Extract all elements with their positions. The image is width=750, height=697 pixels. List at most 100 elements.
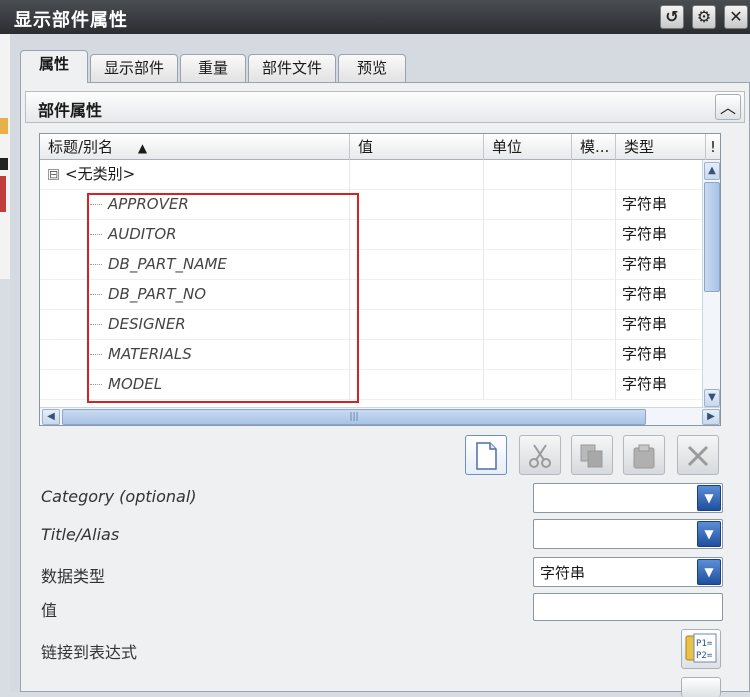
data-type-label: 数据类型	[41, 567, 106, 586]
background-marker	[0, 176, 6, 212]
attribute-unit	[484, 220, 572, 250]
attribute-unit	[484, 340, 572, 370]
column-title-label: 标题/别名	[48, 138, 114, 156]
horizontal-scroll-thumb[interactable]: |||	[62, 409, 646, 425]
column-header-type[interactable]: 类型	[616, 134, 706, 160]
table-row[interactable]: MATERIALS 字符串	[40, 340, 704, 370]
attribute-value	[350, 370, 484, 400]
copy-icon[interactable]	[571, 435, 613, 475]
chevron-down-icon[interactable]: ▼	[697, 485, 721, 511]
category-dropdown[interactable]: ▼	[533, 483, 723, 513]
expression-icon[interactable]: P1= P2=	[681, 629, 721, 669]
attribute-mode	[572, 250, 616, 280]
attribute-type: 字符串	[622, 315, 668, 333]
table-row[interactable]: MODEL 字符串	[40, 370, 704, 400]
table-cell	[484, 160, 572, 190]
attribute-name: DB_PART_NO	[108, 285, 207, 303]
attribute-name-cell: AUDITOR	[40, 220, 350, 250]
attribute-name: MATERIALS	[108, 345, 192, 363]
next-icon-button[interactable]	[681, 677, 721, 697]
attribute-type: 字符串	[622, 285, 668, 303]
title-alias-dropdown[interactable]: ▼	[533, 519, 723, 549]
table-row[interactable]: DB_PART_NAME 字符串	[40, 250, 704, 280]
new-attribute-icon[interactable]	[465, 435, 507, 475]
value-input[interactable]	[533, 593, 723, 621]
tab-preview[interactable]: 预览	[338, 54, 406, 82]
attribute-mode	[572, 310, 616, 340]
table-row[interactable]: DB_PART_NO 字符串	[40, 280, 704, 310]
scroll-right-icon[interactable]: ▶	[702, 409, 720, 425]
column-header-value[interactable]: 值	[350, 134, 484, 160]
attribute-type: 字符串	[622, 195, 668, 213]
tree-connector	[90, 234, 102, 235]
attribute-name: DESIGNER	[108, 315, 186, 333]
background-window-edge	[0, 34, 10, 279]
attribute-type: 字符串	[622, 375, 668, 393]
scroll-left-icon[interactable]: ◀	[42, 409, 60, 425]
collapse-tree-icon[interactable]: ⊟	[48, 169, 59, 180]
gear-icon[interactable]: ⚙	[692, 5, 716, 29]
tab-part-file[interactable]: 部件文件	[248, 54, 336, 82]
vertical-scrollbar[interactable]: ▲ ▼	[702, 160, 720, 409]
attribute-value	[350, 250, 484, 280]
background-marker	[0, 158, 8, 170]
tree-connector	[90, 354, 102, 355]
column-header-unit[interactable]: 单位	[484, 134, 572, 160]
scroll-up-icon[interactable]: ▲	[704, 162, 720, 180]
vertical-scroll-thumb[interactable]	[704, 182, 720, 292]
chevron-down-icon[interactable]: ▼	[697, 521, 721, 547]
attribute-unit	[484, 280, 572, 310]
category-row[interactable]: ⊟ <无类别>	[40, 160, 704, 190]
data-type-value: 字符串	[540, 564, 586, 582]
scroll-down-icon[interactable]: ▼	[704, 389, 720, 407]
attribute-name-cell: DB_PART_NO	[40, 280, 350, 310]
table-header: 标题/别名 ▲ 值 单位 模... 类型 !	[40, 134, 720, 160]
category-label: <无类别>	[65, 165, 136, 183]
dialog-body: 属性 显示部件 重量 部件文件 预览 部件属性 ︿ 标题/别名 ▲ 值 单位 模…	[10, 34, 750, 697]
table-row[interactable]: DESIGNER 字符串	[40, 310, 704, 340]
tab-display-part[interactable]: 显示部件	[90, 54, 178, 82]
tree-connector	[90, 264, 102, 265]
attribute-name-cell: DESIGNER	[40, 310, 350, 340]
table-row[interactable]: APPROVER 字符串	[40, 190, 704, 220]
attribute-type: 字符串	[622, 225, 668, 243]
chevron-down-icon[interactable]: ▼	[697, 559, 721, 585]
attribute-value	[350, 340, 484, 370]
delete-icon[interactable]	[677, 435, 719, 475]
attribute-unit	[484, 370, 572, 400]
paste-icon[interactable]	[623, 435, 665, 475]
column-header-mode[interactable]: 模...	[572, 134, 616, 160]
expr-icon-text-1: P1=	[696, 639, 713, 649]
attribute-name-cell: DB_PART_NAME	[40, 250, 350, 280]
horizontal-scrollbar[interactable]: ◀ ||| ▶	[40, 407, 720, 425]
table-cell	[616, 160, 704, 190]
column-header-title[interactable]: 标题/别名 ▲	[40, 134, 350, 160]
attribute-value	[350, 280, 484, 310]
category-cell: ⊟ <无类别>	[40, 160, 350, 190]
attribute-type: 字符串	[622, 345, 668, 363]
table-cell	[350, 160, 484, 190]
tab-panel: 部件属性 ︿ 标题/别名 ▲ 值 单位 模... 类型 ! ⊟ <无类别> AP…	[20, 82, 750, 697]
attribute-value	[350, 310, 484, 340]
window-title: 显示部件属性	[14, 10, 128, 31]
reset-icon[interactable]: ↺	[660, 5, 684, 29]
group-title: 部件属性	[38, 101, 103, 120]
group-header-part-attributes[interactable]: 部件属性 ︿	[25, 91, 745, 123]
collapse-icon[interactable]: ︿	[715, 94, 741, 120]
expr-icon-text-2: P2=	[696, 651, 713, 661]
column-header-extra[interactable]: !	[706, 134, 720, 160]
sort-ascending-icon: ▲	[137, 141, 148, 155]
data-type-dropdown[interactable]: 字符串 ▼	[533, 557, 723, 587]
cut-icon[interactable]	[519, 435, 561, 475]
attribute-name-cell: APPROVER	[40, 190, 350, 220]
attribute-unit	[484, 310, 572, 340]
table-cell	[572, 160, 616, 190]
tree-connector	[90, 384, 102, 385]
close-icon[interactable]: ✕	[724, 5, 748, 29]
attribute-table[interactable]: 标题/别名 ▲ 值 单位 模... 类型 ! ⊟ <无类别> APPROVER	[39, 133, 721, 426]
tab-attributes[interactable]: 属性	[20, 50, 88, 83]
title-bar[interactable]: 显示部件属性 ↺ ⚙ ✕	[0, 0, 750, 34]
table-row[interactable]: AUDITOR 字符串	[40, 220, 704, 250]
tab-weight[interactable]: 重量	[180, 54, 246, 82]
attribute-mode	[572, 220, 616, 250]
